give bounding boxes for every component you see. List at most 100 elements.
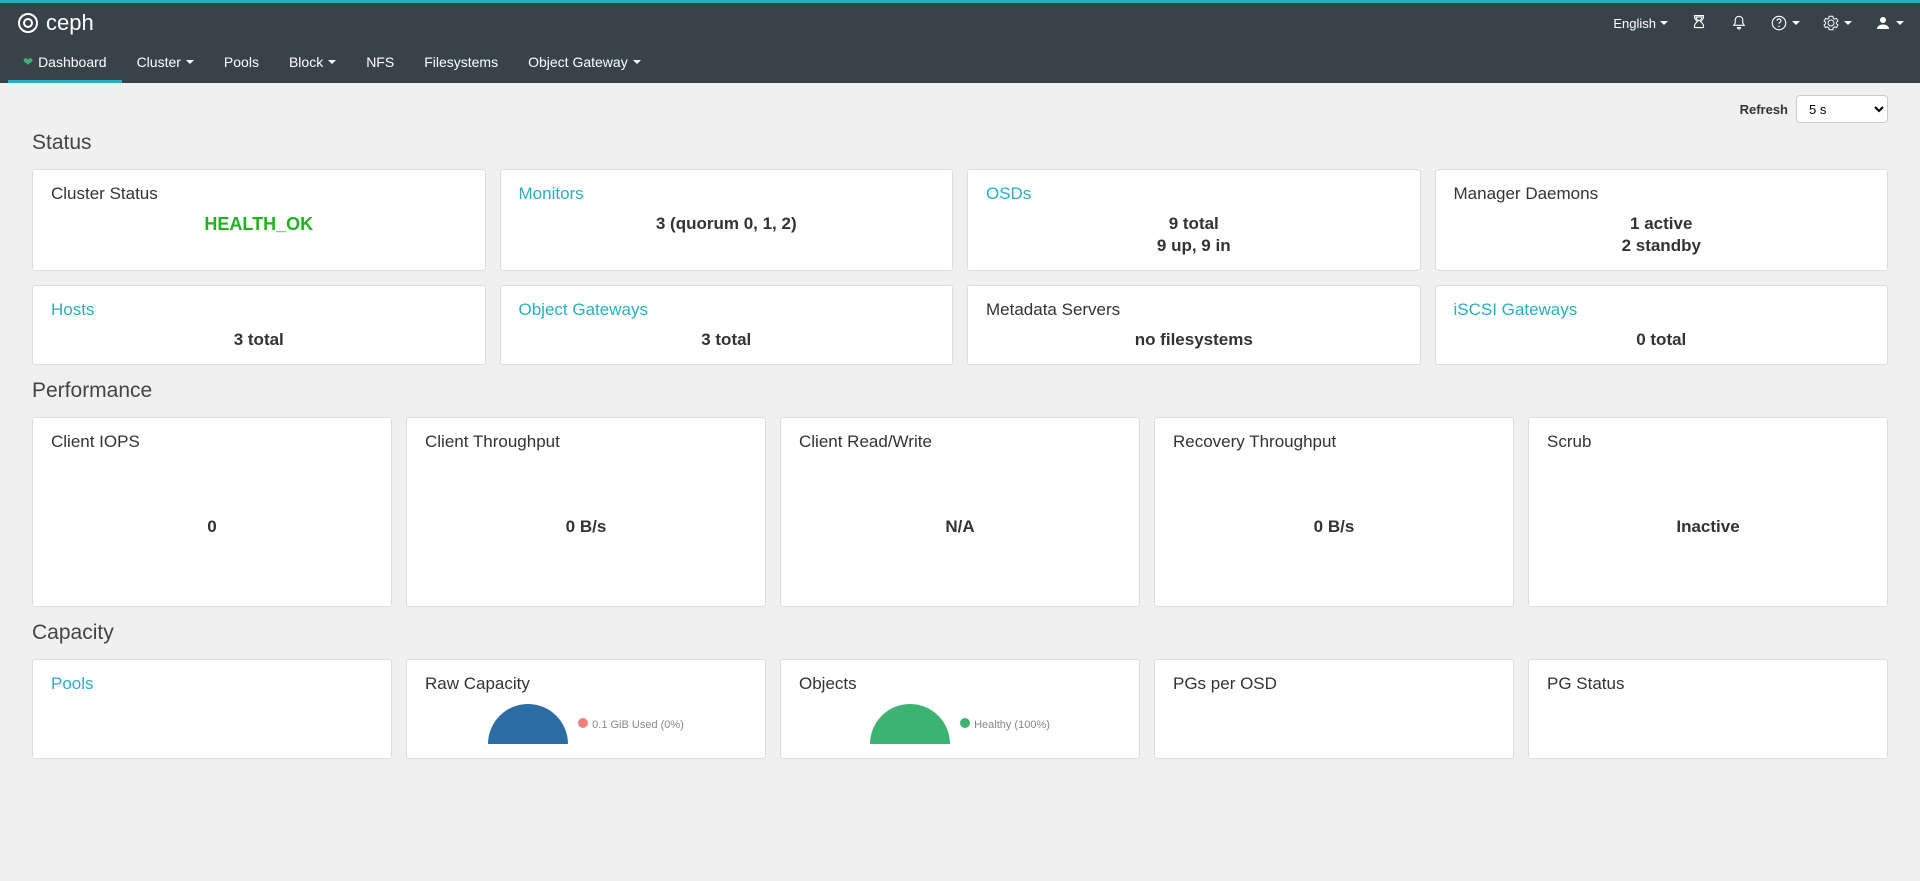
legend-dot-icon	[960, 718, 970, 728]
section-title-capacity: Capacity	[32, 621, 1888, 645]
legend-label: 0.1 GiB Used (0%)	[592, 719, 684, 731]
half-pie-icon	[870, 704, 950, 744]
section-title-status: Status	[32, 131, 1888, 155]
caret-down-icon	[186, 60, 194, 64]
caret-down-icon	[328, 60, 336, 64]
gear-icon	[1822, 14, 1840, 32]
pie-chart-stub: 0.1 GiB Used (0%)	[425, 704, 747, 744]
health-status-value: HEALTH_OK	[51, 214, 467, 235]
nav-block[interactable]: Block	[274, 43, 351, 83]
card-raw-capacity: Raw Capacity 0.1 GiB Used (0%)	[406, 659, 766, 759]
card-title-link[interactable]: Monitors	[519, 184, 935, 204]
card-pgs-per-osd: PGs per OSD	[1154, 659, 1514, 759]
card-pg-status: PG Status	[1528, 659, 1888, 759]
card-object-gateways: Object Gateways 3 total	[500, 285, 954, 365]
card-client-rw: Client Read/Write N/A	[780, 417, 1140, 607]
brand-logo[interactable]: ceph	[16, 10, 94, 36]
card-pools: Pools	[32, 659, 392, 759]
card-value-line2: 9 up, 9 in	[986, 236, 1402, 256]
card-value: N/A	[799, 462, 1121, 592]
refresh-label: Refresh	[1740, 102, 1788, 117]
language-dropdown[interactable]: English	[1613, 16, 1668, 31]
card-title: Objects	[799, 674, 1121, 694]
card-monitors: Monitors 3 (quorum 0, 1, 2)	[500, 169, 954, 271]
page-content: Refresh 5 s10 s15 s30 s1 min Status Clus…	[0, 83, 1920, 793]
card-value-line2: 2 standby	[1454, 236, 1870, 256]
capacity-grid: Pools Raw Capacity 0.1 GiB Used (0%) Obj…	[32, 659, 1888, 759]
card-value: 3 total	[519, 330, 935, 350]
card-value: no filesystems	[986, 330, 1402, 350]
refresh-select[interactable]: 5 s10 s15 s30 s1 min	[1796, 95, 1888, 123]
help-icon	[1770, 14, 1788, 32]
user-icon	[1874, 14, 1892, 32]
nav-label: NFS	[366, 54, 394, 70]
card-title-link[interactable]: Pools	[51, 674, 373, 694]
nav-label: Cluster	[137, 54, 181, 70]
card-title: Recovery Throughput	[1173, 432, 1495, 452]
bell-icon	[1730, 14, 1748, 32]
card-scrub: Scrub Inactive	[1528, 417, 1888, 607]
card-mgr: Manager Daemons 1 active 2 standby	[1435, 169, 1889, 271]
user-dropdown[interactable]	[1874, 14, 1904, 32]
half-pie-icon	[488, 704, 568, 744]
card-title-link[interactable]: Hosts	[51, 300, 467, 320]
card-title-link[interactable]: Object Gateways	[519, 300, 935, 320]
card-title: Manager Daemons	[1454, 184, 1870, 204]
card-recovery-throughput: Recovery Throughput 0 B/s	[1154, 417, 1514, 607]
topbar-right: English	[1613, 14, 1904, 32]
card-title: Client IOPS	[51, 432, 373, 452]
card-value: 3 (quorum 0, 1, 2)	[519, 214, 935, 234]
card-title-link[interactable]: OSDs	[986, 184, 1402, 204]
card-title: Scrub	[1547, 432, 1869, 452]
heart-icon: ❤	[23, 55, 33, 69]
nav-label: Dashboard	[38, 54, 107, 70]
card-title: Client Read/Write	[799, 432, 1121, 452]
card-metadata-servers: Metadata Servers no filesystems	[967, 285, 1421, 365]
card-value-line1: 1 active	[1454, 214, 1870, 234]
card-title: PG Status	[1547, 674, 1869, 694]
caret-down-icon	[1896, 21, 1904, 25]
settings-dropdown[interactable]	[1822, 14, 1852, 32]
status-grid-1: Cluster Status HEALTH_OK Monitors 3 (quo…	[32, 169, 1888, 271]
main-nav: ❤ Dashboard Cluster Pools Block NFS File…	[0, 43, 1920, 83]
card-value: 0	[51, 462, 373, 592]
nav-label: Object Gateway	[528, 54, 628, 70]
legend-entry: Healthy (100%)	[960, 718, 1050, 731]
card-value: 0 B/s	[1173, 462, 1495, 592]
section-title-performance: Performance	[32, 379, 1888, 403]
caret-down-icon	[1792, 21, 1800, 25]
nav-filesystems[interactable]: Filesystems	[409, 43, 513, 83]
nav-cluster[interactable]: Cluster	[122, 43, 209, 83]
nav-label: Pools	[224, 54, 259, 70]
hourglass-icon	[1690, 14, 1708, 32]
card-title: PGs per OSD	[1173, 674, 1495, 694]
nav-label: Block	[289, 54, 323, 70]
card-title-link[interactable]: iSCSI Gateways	[1454, 300, 1870, 320]
card-value: 3 total	[51, 330, 467, 350]
status-grid-2: Hosts 3 total Object Gateways 3 total Me…	[32, 285, 1888, 365]
card-cluster-status: Cluster Status HEALTH_OK	[32, 169, 486, 271]
topbar: ceph English	[0, 3, 1920, 43]
notifications-icon[interactable]	[1730, 14, 1748, 32]
card-value: 0 total	[1454, 330, 1870, 350]
nav-dashboard[interactable]: ❤ Dashboard	[8, 43, 122, 83]
card-value: Inactive	[1547, 462, 1869, 592]
caret-down-icon	[633, 60, 641, 64]
card-title: Metadata Servers	[986, 300, 1402, 320]
legend-dot-icon	[578, 718, 588, 728]
nav-label: Filesystems	[424, 54, 498, 70]
card-value: 0 B/s	[425, 462, 747, 592]
nav-pools[interactable]: Pools	[209, 43, 274, 83]
card-osds: OSDs 9 total 9 up, 9 in	[967, 169, 1421, 271]
card-title: Raw Capacity	[425, 674, 747, 694]
ceph-logo-icon	[16, 11, 40, 35]
help-dropdown[interactable]	[1770, 14, 1800, 32]
nav-nfs[interactable]: NFS	[351, 43, 409, 83]
card-title: Client Throughput	[425, 432, 747, 452]
refresh-control: Refresh 5 s10 s15 s30 s1 min	[32, 95, 1888, 123]
nav-object-gateway[interactable]: Object Gateway	[513, 43, 656, 83]
brand-text: ceph	[46, 10, 94, 36]
card-client-iops: Client IOPS 0	[32, 417, 392, 607]
tasks-icon[interactable]	[1690, 14, 1708, 32]
card-iscsi: iSCSI Gateways 0 total	[1435, 285, 1889, 365]
